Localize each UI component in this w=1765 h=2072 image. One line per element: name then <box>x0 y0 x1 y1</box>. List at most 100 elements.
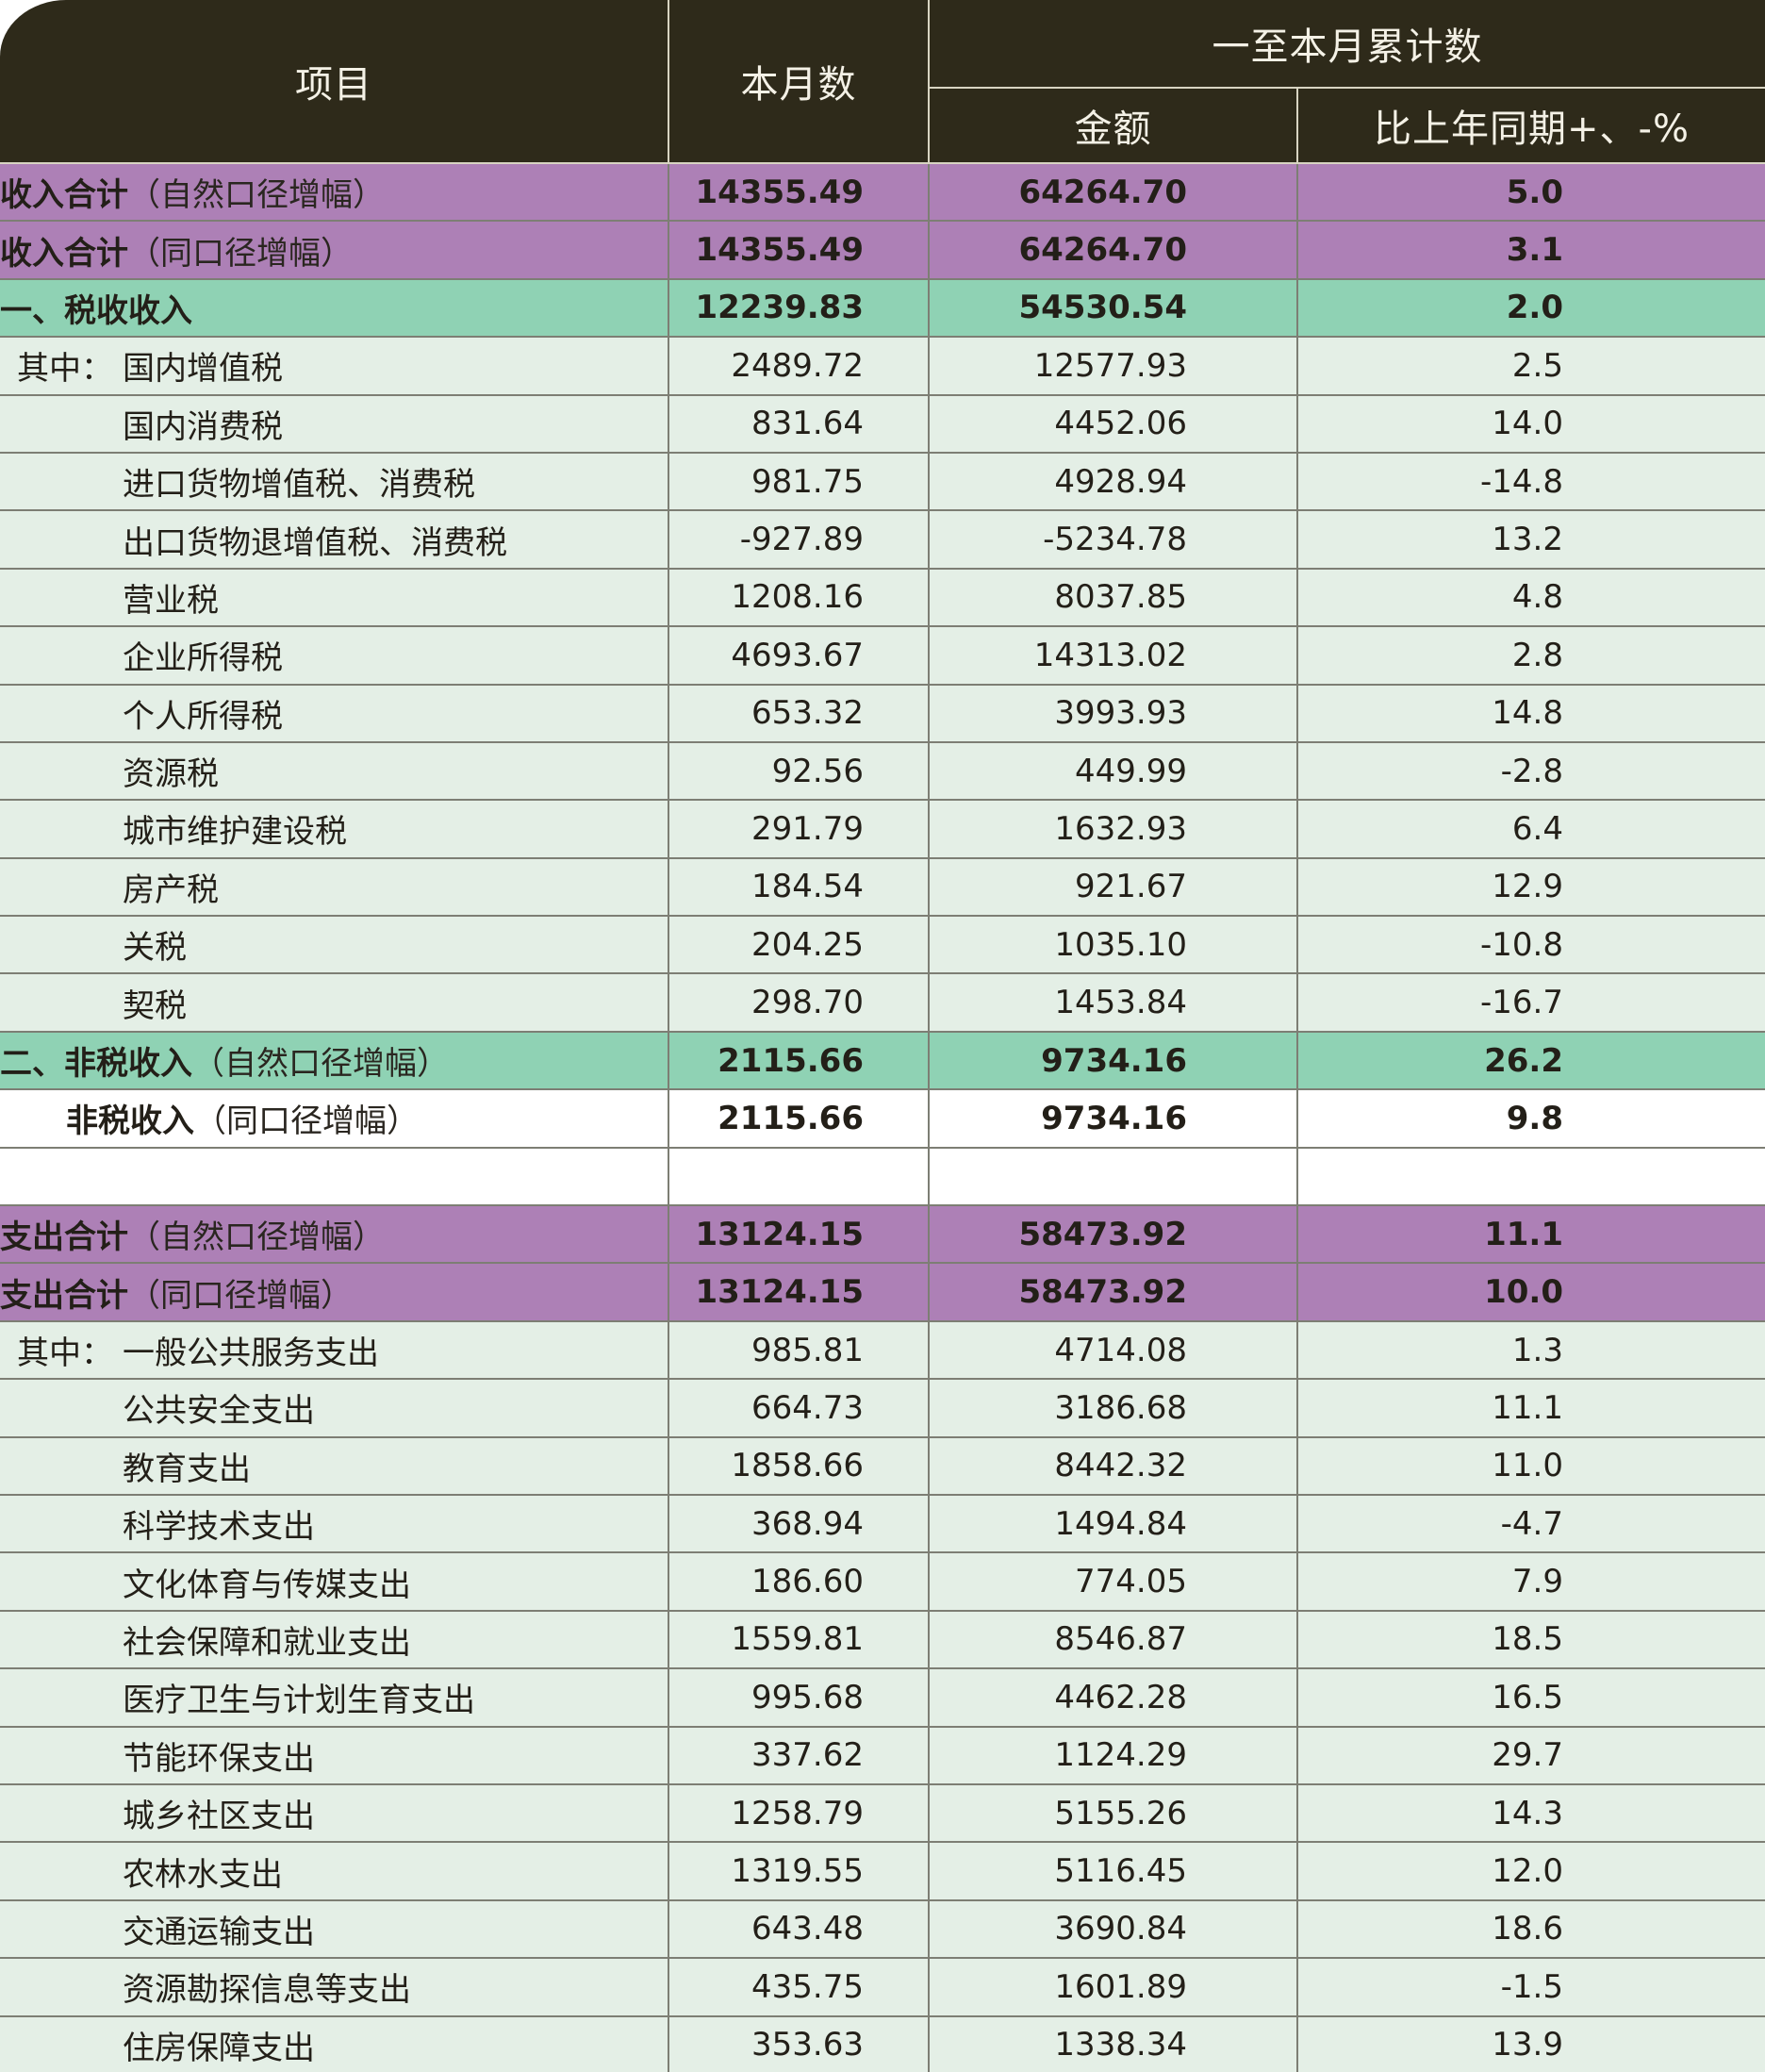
cell-month: -927.89 <box>668 510 930 570</box>
cell-yoy: 18.6 <box>1297 1899 1765 1960</box>
table-row: 契税 298.70 1453.84 -16.7 <box>0 973 1765 1033</box>
table-row: 医疗卫生与计划生育支出 995.68 4462.28 16.5 <box>0 1668 1765 1728</box>
row-label: 二、非税收入（自然口径增幅） <box>0 1031 669 1091</box>
row-label: 房产税 <box>0 857 669 918</box>
cell-month: 995.68 <box>668 1668 930 1728</box>
cell-amount: 1494.84 <box>929 1494 1298 1554</box>
row-label: 城乡社区支出 <box>0 1783 669 1844</box>
table-row: 收入合计（自然口径增幅） 14355.49 64264.70 5.0 <box>0 163 1765 223</box>
row-label: 国内消费税 <box>0 394 669 454</box>
row-name: 交通运输支出 <box>123 1913 315 1951</box>
cell-amount: 4714.08 <box>929 1320 1298 1381</box>
row-name: 契税 <box>123 986 187 1025</box>
table-row: 营业税 1208.16 8037.85 4.8 <box>0 568 1765 628</box>
cell-month: 337.62 <box>668 1726 930 1785</box>
cell-month: 1858.66 <box>668 1436 930 1496</box>
cell-month: 14355.49 <box>668 221 930 280</box>
row-name: 营业税 <box>123 581 219 620</box>
cell-month: 12239.83 <box>668 278 930 339</box>
row-prefix: 其中： <box>17 350 113 389</box>
cell-month: 2115.66 <box>668 1089 930 1149</box>
cell-yoy: 2.5 <box>1297 337 1765 396</box>
cell-yoy: -4.7 <box>1297 1494 1765 1554</box>
row-name: 一般公共服务支出 <box>123 1334 379 1372</box>
cell-amount: 9734.16 <box>929 1089 1298 1149</box>
row-label: 出口货物退增值税、消费税 <box>0 510 669 570</box>
cell-month: 2489.72 <box>668 337 930 396</box>
table-row: 支出合计（同口径增幅） 13124.15 58473.92 10.0 <box>0 1263 1765 1322</box>
row-name: 房产税 <box>123 870 219 909</box>
row-label <box>0 1147 669 1207</box>
row-name: 城乡社区支出 <box>123 1798 315 1836</box>
cell-amount: 774.05 <box>929 1552 1298 1612</box>
cell-amount: 8037.85 <box>929 568 1298 628</box>
row-name: 国内增值税 <box>123 350 283 389</box>
cell-month: 184.54 <box>668 857 930 918</box>
cell-amount: 4462.28 <box>929 1668 1298 1728</box>
row-name: 住房保障支出 <box>123 2029 315 2067</box>
header-amount: 金额 <box>929 88 1298 164</box>
cell-month: 981.75 <box>668 452 930 512</box>
table-row: 资源勘探信息等支出 435.75 1601.89 -1.5 <box>0 1958 1765 2017</box>
cell-month: 298.70 <box>668 973 930 1033</box>
cell-amount: 449.99 <box>929 741 1298 802</box>
header-yoy: 比上年同期+、-% <box>1296 88 1765 164</box>
cell-yoy <box>1297 1147 1765 1207</box>
row-label: 城市维护建设税 <box>0 800 669 859</box>
cell-month: 291.79 <box>668 800 930 859</box>
cell-yoy: 13.9 <box>1297 2015 1765 2072</box>
row-label: 公共安全支出 <box>0 1379 669 1438</box>
cell-month: 13124.15 <box>668 1263 930 1322</box>
row-label: 营业税 <box>0 568 669 628</box>
cell-amount: 1632.93 <box>929 800 1298 859</box>
row-label: 个人所得税 <box>0 684 669 743</box>
row-note: （同口径增幅） <box>128 234 353 273</box>
cell-yoy: 2.8 <box>1297 626 1765 686</box>
cell-amount: 921.67 <box>929 857 1298 918</box>
table-row: 交通运输支出 643.48 3690.84 18.6 <box>0 1899 1765 1960</box>
cell-amount: 5155.26 <box>929 1783 1298 1844</box>
header-month: 本月数 <box>668 0 930 164</box>
row-note: （同口径增幅） <box>128 1276 353 1315</box>
cell-yoy: -2.8 <box>1297 741 1765 802</box>
cell-yoy: 3.1 <box>1297 221 1765 280</box>
cell-yoy: 16.5 <box>1297 1668 1765 1728</box>
cell-amount: 1124.29 <box>929 1726 1298 1785</box>
cell-yoy: 12.0 <box>1297 1842 1765 1901</box>
cell-month <box>668 1147 930 1207</box>
cell-yoy: 1.3 <box>1297 1320 1765 1381</box>
cell-yoy: 14.8 <box>1297 684 1765 743</box>
table-row: 进口货物增值税、消费税 981.75 4928.94 -14.8 <box>0 452 1765 512</box>
row-label: 文化体育与传媒支出 <box>0 1552 669 1612</box>
table-row: 房产税 184.54 921.67 12.9 <box>0 857 1765 918</box>
row-label: 资源勘探信息等支出 <box>0 1958 669 2017</box>
header-cumulative: 一至本月累计数 <box>928 0 1765 89</box>
row-label: 非税收入（同口径增幅） <box>0 1089 669 1149</box>
cell-yoy: 14.3 <box>1297 1783 1765 1844</box>
row-label: 农林水支出 <box>0 1842 669 1901</box>
cell-amount: -5234.78 <box>929 510 1298 570</box>
cell-amount: 1338.34 <box>929 2015 1298 2072</box>
row-name: 支出合计 <box>0 1276 128 1315</box>
row-name: 收入合计 <box>0 176 128 215</box>
cell-amount: 12577.93 <box>929 337 1298 396</box>
row-name: 社会保障和就业支出 <box>123 1623 411 1662</box>
table-row: 社会保障和就业支出 1559.81 8546.87 18.5 <box>0 1610 1765 1670</box>
row-label: 节能环保支出 <box>0 1726 669 1785</box>
row-name: 进口货物增值税、消费税 <box>123 466 475 505</box>
header-item: 项目 <box>0 0 669 164</box>
row-label: 其中： 国内增值税 <box>0 337 669 396</box>
cell-amount: 54530.54 <box>929 278 1298 339</box>
row-name: 教育支出 <box>123 1450 251 1488</box>
table-row: 公共安全支出 664.73 3186.68 11.1 <box>0 1379 1765 1438</box>
cell-month: 831.64 <box>668 394 930 454</box>
row-name: 公共安全支出 <box>123 1392 315 1431</box>
cell-month: 4693.67 <box>668 626 930 686</box>
row-name: 科学技术支出 <box>123 1508 315 1547</box>
table-row: 其中： 一般公共服务支出 985.81 4714.08 1.3 <box>0 1320 1765 1381</box>
table-row: 科学技术支出 368.94 1494.84 -4.7 <box>0 1494 1765 1554</box>
row-name: 企业所得税 <box>123 639 283 678</box>
cell-month: 186.60 <box>668 1552 930 1612</box>
table-header: 项目 本月数 一至本月累计数 金额 比上年同期+、-% <box>0 0 1765 164</box>
cell-amount: 9734.16 <box>929 1031 1298 1091</box>
